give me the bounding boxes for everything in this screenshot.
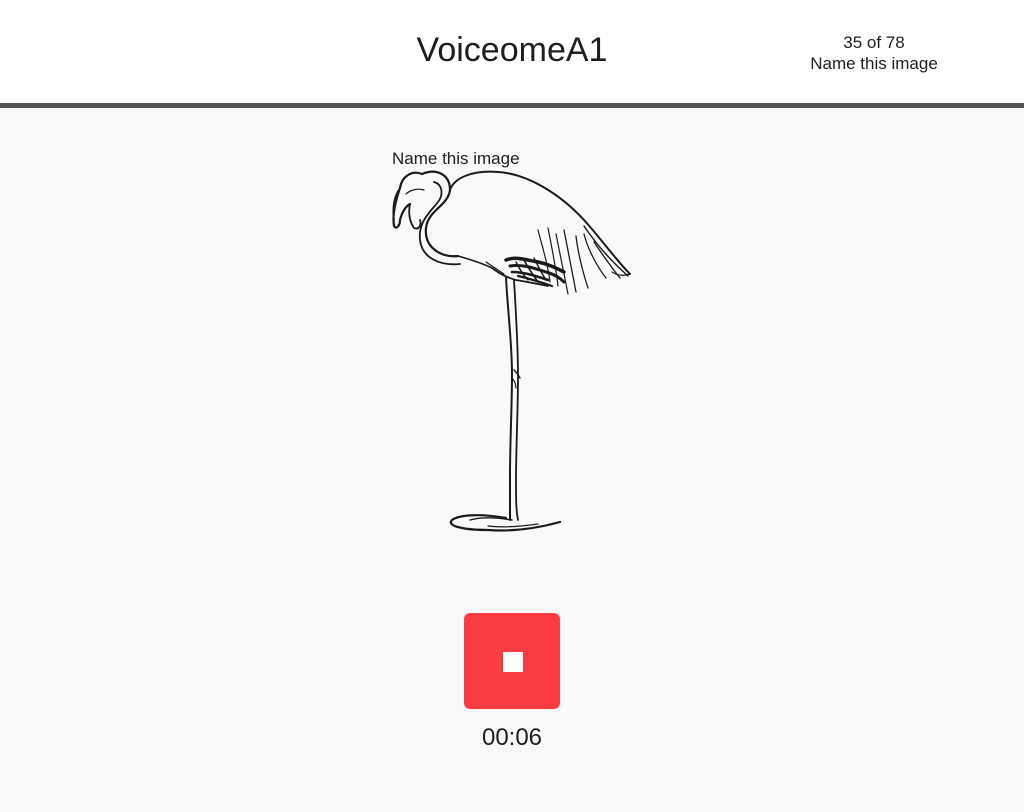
- app-header: VoiceomeA1 35 of 78 Name this image: [0, 0, 1024, 108]
- progress-count: 35 of 78: [843, 33, 905, 52]
- progress-indicator: 35 of 78 Name this image: [794, 32, 954, 74]
- recording-timer: 00:06: [481, 724, 543, 751]
- flamingo-image: [392, 170, 631, 532]
- stop-icon: [503, 652, 523, 672]
- progress-task-label: Name this image: [810, 54, 938, 73]
- stop-recording-button[interactable]: [464, 613, 560, 709]
